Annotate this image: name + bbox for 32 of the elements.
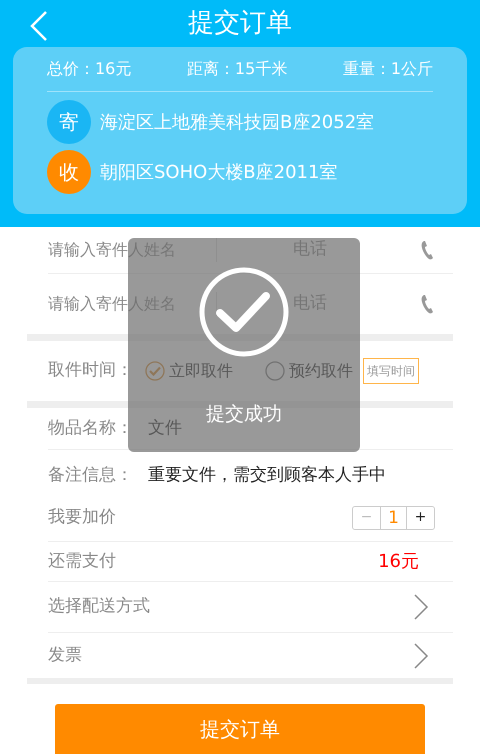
page-title: 提交订单	[188, 7, 292, 40]
summary-text: 距离：15千米	[186, 58, 288, 80]
phone-icon	[421, 240, 435, 260]
notes-value: 重要文件，需交到顾客本人手中	[148, 464, 386, 488]
plus-button[interactable]: +	[407, 506, 434, 528]
menu-row[interactable]: 选择配送方式	[48, 582, 453, 633]
toast-message: 提交成功	[206, 402, 282, 427]
address-text: 海淀区上地雅美科技园B座2052室	[100, 110, 374, 134]
address-badge: 寄	[47, 100, 91, 144]
chevron-right-icon	[413, 593, 429, 621]
summary-text: 总价：16元	[47, 58, 132, 80]
menu-row-label: 发票	[48, 644, 82, 667]
item-value: 文件	[148, 416, 182, 440]
phone-icon	[421, 294, 435, 314]
minus-button[interactable]: −	[353, 506, 380, 528]
payment-label: 还需支付	[48, 550, 116, 573]
address-text: 朝阳区SOHO大楼B座2011室	[100, 160, 338, 184]
chevron-right-icon	[413, 642, 429, 670]
address-badge: 收	[47, 150, 91, 194]
submit-order-button[interactable]: 提交订单	[55, 704, 425, 754]
checkmark-icon	[198, 266, 290, 358]
menu-row-label: 选择配送方式	[48, 595, 150, 618]
menu-row[interactable]: 发票	[48, 633, 453, 678]
summary-text: 重量：1公斤	[342, 58, 433, 80]
notes-label: 备注信息：	[48, 464, 134, 488]
payment-amount: 16元	[378, 550, 419, 574]
pickup-label: 取件时间：	[48, 359, 133, 382]
back-button[interactable]	[29, 10, 49, 42]
quantity-value: 1	[380, 506, 407, 528]
fill-time-button[interactable]: 填写时间	[363, 358, 419, 384]
extra-price-label: 我要加价	[48, 506, 116, 529]
item-label: 物品名称：	[48, 416, 134, 440]
